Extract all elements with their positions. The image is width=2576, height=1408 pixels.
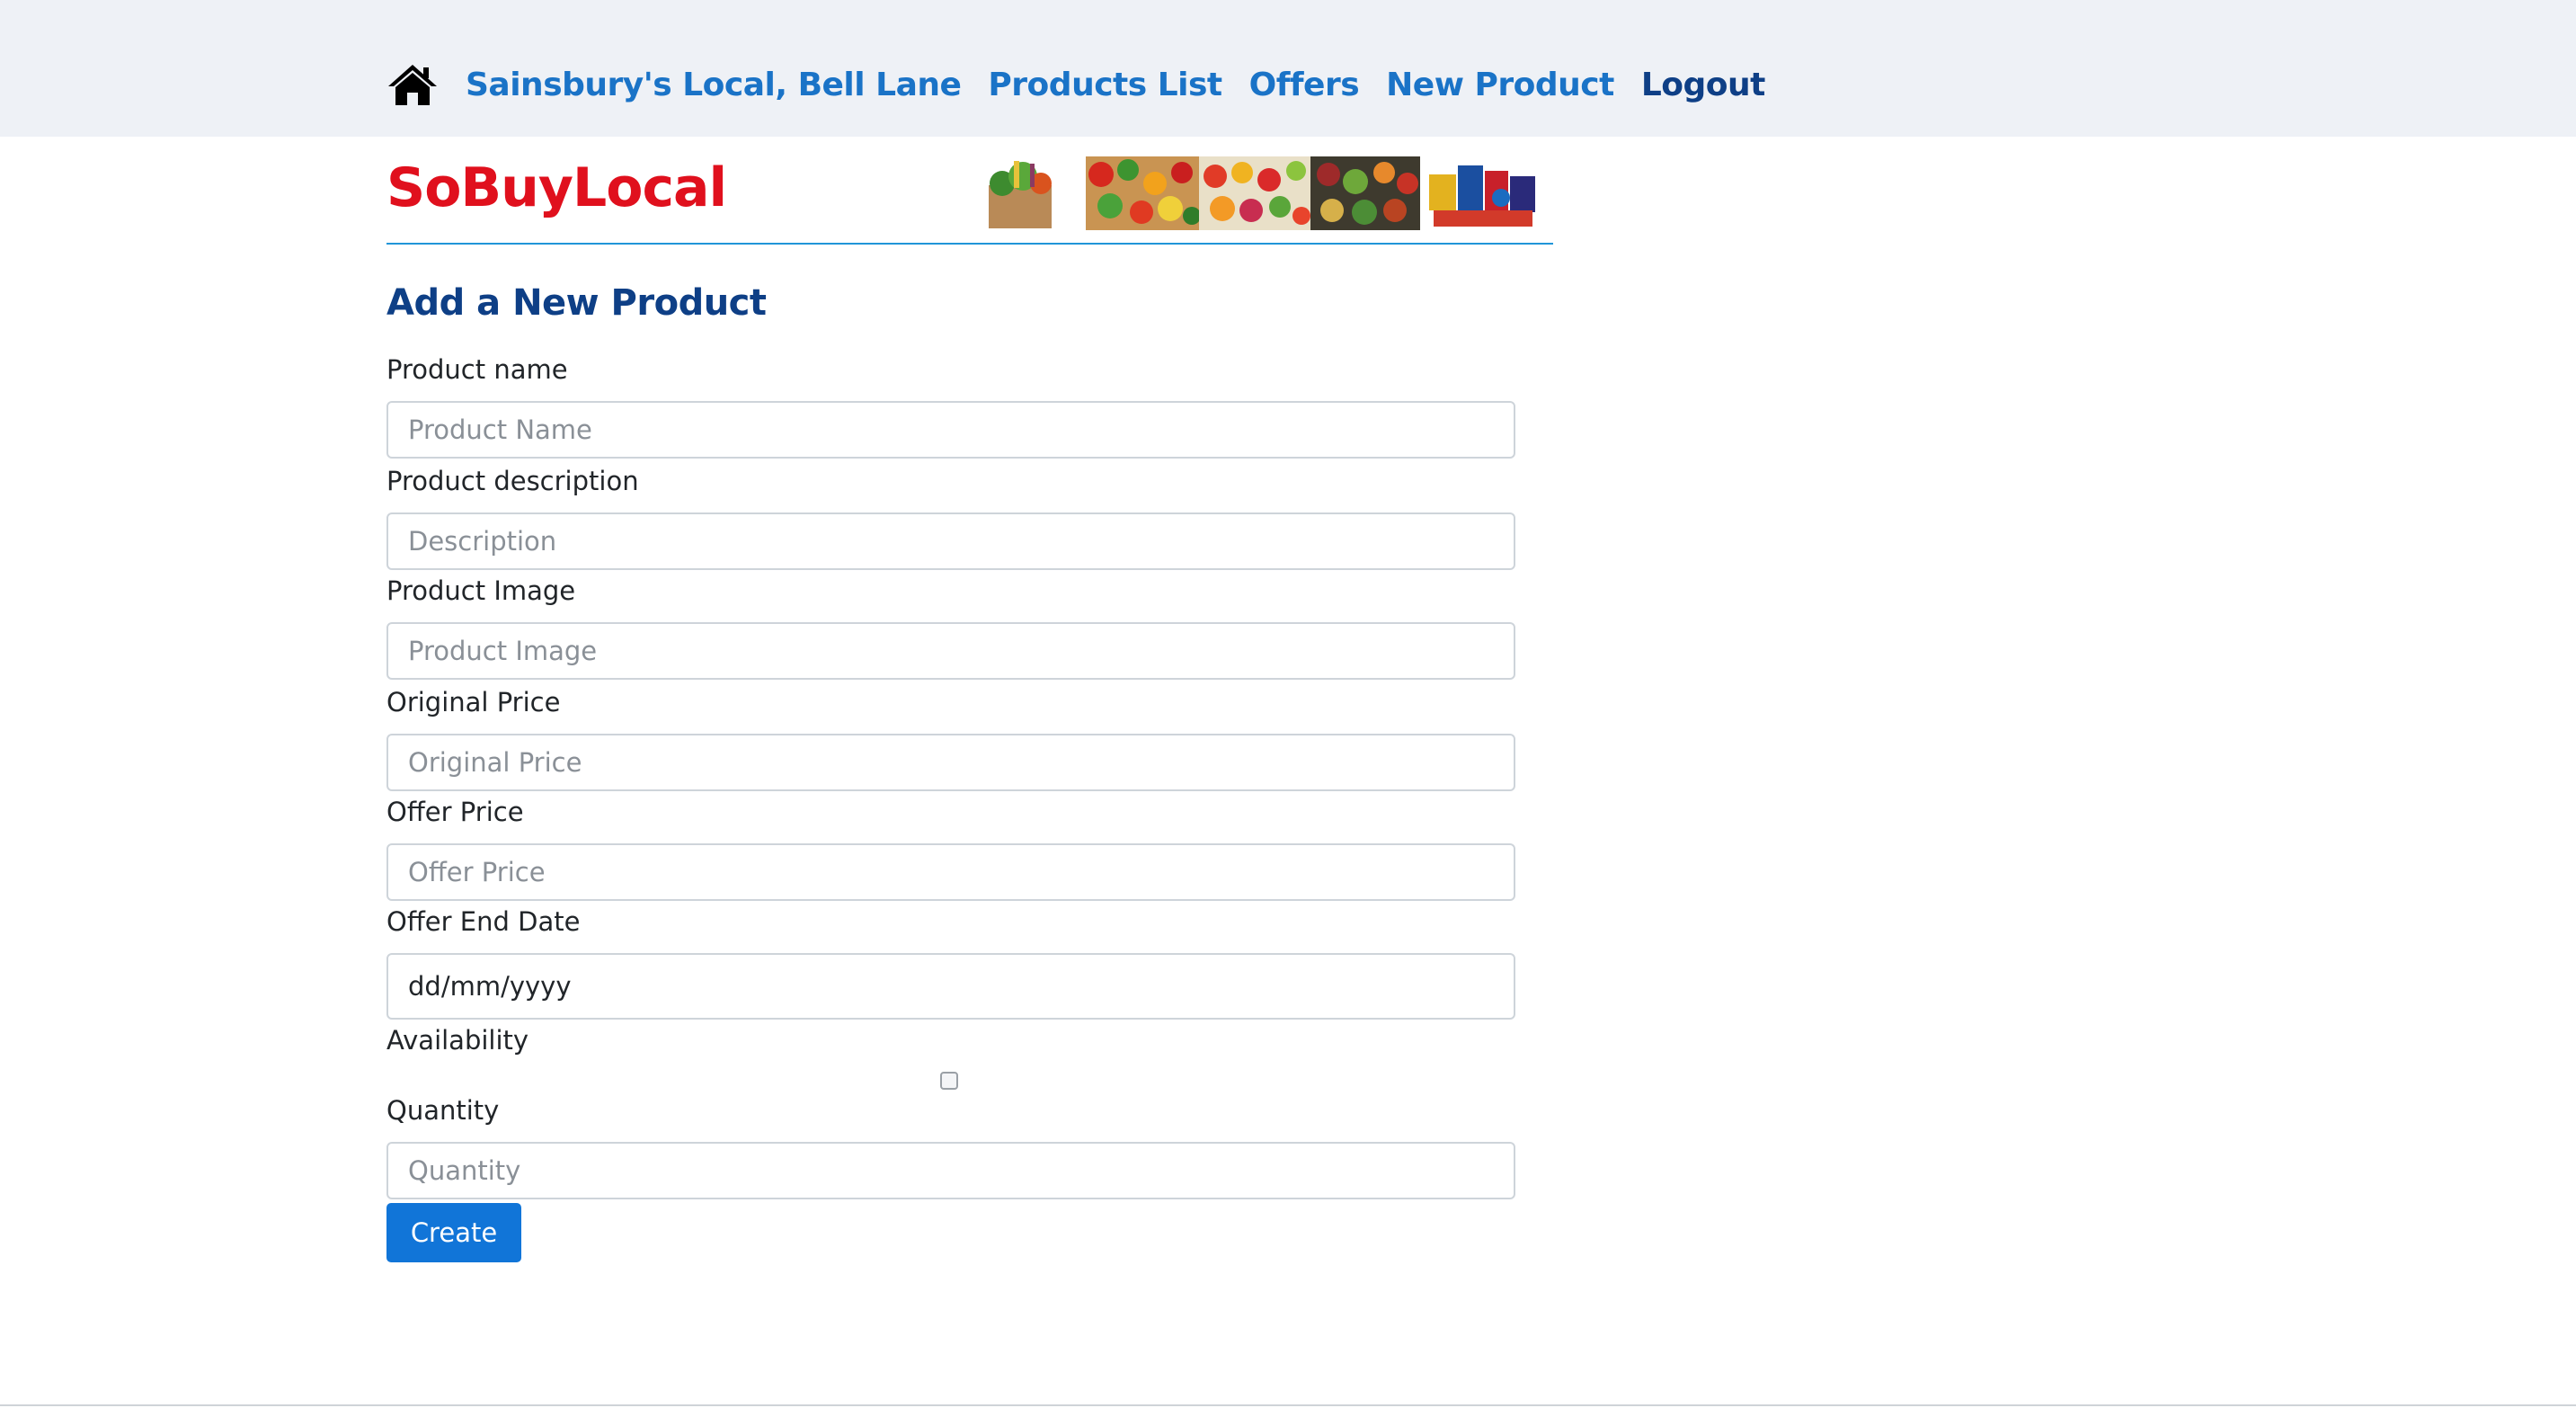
product-name-input[interactable]	[386, 401, 1515, 459]
create-button[interactable]: Create	[386, 1203, 521, 1262]
product-name-label: Product name	[386, 354, 568, 385]
nav-store-link[interactable]: Sainsbury's Local, Bell Lane	[466, 67, 962, 103]
availability-label: Availability	[386, 1025, 529, 1056]
brand-logo: SoBuyLocal	[386, 156, 727, 219]
original-price-label: Original Price	[386, 687, 561, 717]
offer-end-date-label: Offer End Date	[386, 906, 581, 937]
availability-checkbox[interactable]	[940, 1072, 958, 1090]
offer-price-label: Offer Price	[386, 797, 524, 827]
quantity-input[interactable]	[386, 1142, 1515, 1199]
offer-end-date-input[interactable]	[386, 953, 1515, 1020]
page-title: Add a New Product	[386, 282, 767, 324]
quantity-label: Quantity	[386, 1095, 500, 1126]
product-description-input[interactable]	[386, 512, 1515, 570]
top-navbar: Sainsbury's Local, Bell Lane Products Li…	[0, 0, 2576, 137]
original-price-input[interactable]	[386, 734, 1515, 791]
nav-products-list-link[interactable]: Products List	[988, 67, 1222, 103]
home-icon	[388, 65, 437, 105]
nav-logout-link[interactable]: Logout	[1641, 67, 1766, 103]
grocery-banner-image	[989, 156, 1539, 230]
product-image-input[interactable]	[386, 622, 1515, 680]
product-description-label: Product description	[386, 466, 639, 496]
offer-price-input[interactable]	[386, 843, 1515, 901]
brand-header: SoBuyLocal	[386, 137, 1553, 245]
nav-links: Sainsbury's Local, Bell Lane Products Li…	[386, 56, 1765, 113]
nav-offers-link[interactable]: Offers	[1249, 67, 1360, 103]
product-image-label: Product Image	[386, 575, 576, 606]
home-link[interactable]	[386, 62, 439, 107]
page-bottom-divider	[0, 1404, 2576, 1406]
nav-new-product-link[interactable]: New Product	[1386, 67, 1614, 103]
